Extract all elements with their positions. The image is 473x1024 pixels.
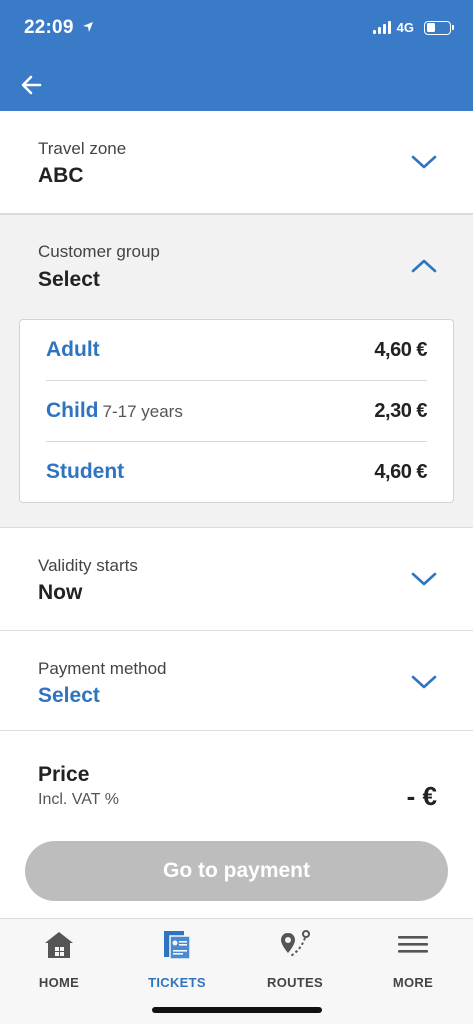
tab-tickets[interactable]: TICKETS [118,929,236,990]
payment-method-label: Payment method [38,659,167,678]
tab-home[interactable]: HOME [0,929,118,990]
option-name: Child 7-17 years [46,399,183,422]
customer-group-label: Customer group [38,242,160,261]
travel-zone-row[interactable]: Travel zone ABC [0,111,473,214]
travel-zone-label: Travel zone [38,139,127,158]
customer-group-header[interactable]: Customer group Select [0,215,473,315]
chevron-down-icon[interactable] [411,674,437,690]
option-age-range: 7-17 years [102,402,183,421]
price-title: Price [38,763,90,786]
chevron-down-icon[interactable] [411,571,437,587]
payment-method-value: Select [38,684,100,707]
price-vat-note: Incl. VAT % [38,791,119,808]
home-indicator [152,1007,322,1013]
tab-more[interactable]: MORE [354,929,472,990]
validity-value: Now [38,581,83,604]
tab-label: TICKETS [148,975,206,990]
status-bar: 22:09 4G [0,0,473,58]
location-arrow-icon [83,22,93,32]
option-name: Adult [46,338,100,361]
customer-group-section: Customer group Select Adult 4,60 € Child… [0,214,473,528]
option-adult[interactable]: Adult 4,60 € [46,320,427,381]
back-arrow-icon[interactable] [18,71,46,99]
option-child[interactable]: Child 7-17 years 2,30 € [46,381,427,442]
validity-label: Validity starts [38,556,138,575]
battery-icon [424,20,454,35]
price-value: - € [406,781,437,811]
tab-routes[interactable]: ROUTES [236,929,354,990]
routes-icon [281,930,310,958]
option-price: 4,60 € [374,461,427,483]
option-name: Student [46,460,125,483]
chevron-down-icon[interactable] [411,154,437,170]
price-summary: Price Incl. VAT % - € [0,731,473,831]
tab-label: MORE [392,975,434,990]
option-price: 2,30 € [374,400,427,422]
customer-group-value: Select [38,268,100,291]
network-type: 4G [396,20,414,35]
home-icon [45,932,73,958]
payment-method-row[interactable]: Payment method Select [0,631,473,731]
customer-group-options: Adult 4,60 € Child 7-17 years 2,30 € Stud… [19,319,454,503]
menu-icon [398,936,428,953]
tab-label: ROUTES [267,975,323,990]
app-bar [0,58,473,111]
option-price: 4,60 € [374,339,427,361]
chevron-up-icon[interactable] [411,258,437,274]
travel-zone-value: ABC [38,164,84,187]
tab-label: HOME [38,975,80,990]
signal-icon [372,21,391,34]
tickets-icon [164,931,191,960]
validity-row[interactable]: Validity starts Now [0,528,473,631]
status-time: 22:09 [24,17,74,38]
status-indicators: 4G [372,20,454,35]
option-student[interactable]: Student 4,60 € [46,442,427,503]
go-to-payment-button[interactable]: Go to payment [25,841,448,901]
